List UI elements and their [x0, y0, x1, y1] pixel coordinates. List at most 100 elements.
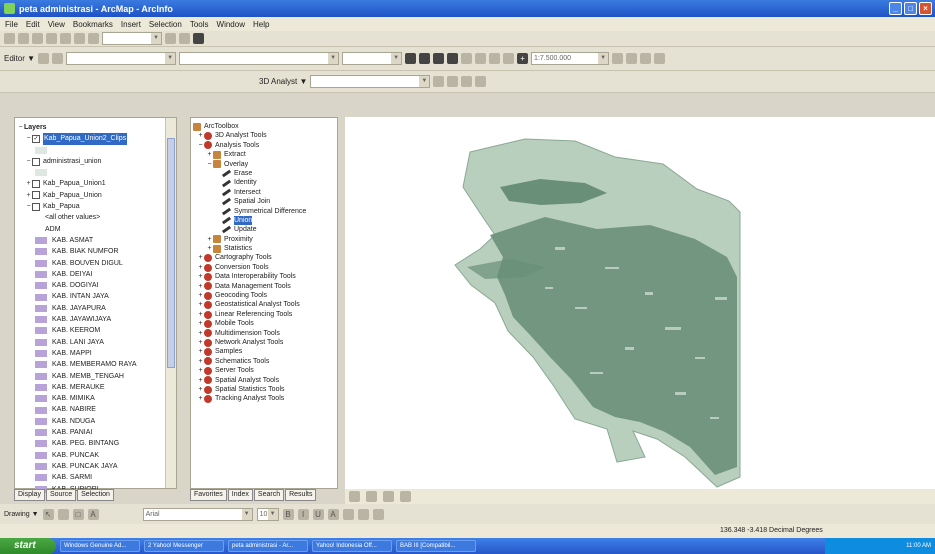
tab-search[interactable]: Search	[253, 489, 285, 501]
toolbox-item[interactable]: Identity	[193, 178, 335, 187]
delete-icon[interactable]	[489, 53, 501, 64]
expand-icon[interactable]: +	[197, 291, 204, 300]
toolbox-root[interactable]: ArcToolbox	[193, 122, 335, 131]
toolbox-item[interactable]: + Extract	[193, 150, 335, 159]
redo-icon[interactable]	[179, 33, 190, 44]
map-view[interactable]	[345, 117, 935, 489]
menu-edit[interactable]: Edit	[26, 20, 40, 29]
taskbar-task[interactable]: Yahoo! Indonesia Off...	[312, 540, 392, 552]
tab-results[interactable]: Results	[285, 489, 317, 501]
tab-selection[interactable]: Selection	[77, 489, 114, 501]
select-elements-icon[interactable]: ↖	[42, 508, 54, 520]
3d-analyst-menu[interactable]: 3D Analyst ▼	[259, 77, 307, 86]
layer-combo[interactable]: ▼	[342, 52, 403, 65]
expand-icon[interactable]: −	[206, 160, 213, 169]
toolbox-item[interactable]: Union	[193, 215, 335, 226]
data-view-icon[interactable]	[349, 491, 360, 502]
scale-combo[interactable]: 1:7.500.000 ▼	[531, 52, 610, 65]
font-combo[interactable]: Arial ▼	[142, 507, 253, 521]
toc-root-layers[interactable]: − Layers	[17, 122, 164, 133]
toc-scrollbar[interactable]	[165, 118, 176, 488]
new-document-icon[interactable]	[405, 53, 417, 64]
tab-source[interactable]: Source	[45, 489, 77, 501]
taskbar-task[interactable]: Windows Genuine Ad...	[60, 540, 140, 552]
target-combo[interactable]: ▼	[179, 52, 340, 65]
toolbox-item[interactable]: Symmetrical Difference	[193, 207, 335, 216]
toolbox-item[interactable]: + Multidimension Tools	[193, 329, 335, 338]
toolbox-item[interactable]: Erase	[193, 169, 335, 178]
paste-icon[interactable]	[88, 33, 99, 44]
command-line-icon[interactable]	[640, 53, 652, 64]
expand-icon[interactable]: +	[197, 253, 204, 262]
expand-icon[interactable]: −	[25, 201, 32, 212]
open-icon[interactable]	[18, 33, 29, 44]
toolbox-item[interactable]: Update	[193, 225, 335, 234]
new-map-icon[interactable]	[4, 33, 15, 44]
undo-tool-icon[interactable]	[503, 53, 515, 64]
copy-icon[interactable]	[74, 33, 85, 44]
expand-icon[interactable]: −	[25, 156, 32, 167]
menu-help[interactable]: Help	[253, 20, 269, 29]
rectangle-icon[interactable]: □	[72, 508, 84, 520]
rotate-icon[interactable]	[57, 508, 69, 520]
toolbox-item[interactable]: + Cartography Tools	[193, 253, 335, 263]
toolbox-item[interactable]: − Overlay	[193, 160, 335, 169]
3d-tool-4-icon[interactable]	[475, 76, 487, 87]
refresh-icon[interactable]	[383, 491, 394, 502]
expand-icon[interactable]: +	[197, 131, 204, 140]
toolbox-item[interactable]: + Proximity	[193, 235, 335, 244]
toolbox-item[interactable]: + Data Interoperability Tools	[193, 272, 335, 281]
toolbox-item[interactable]: − Analysis Tools	[193, 141, 335, 150]
toolbox-item[interactable]: + Schematics Tools	[193, 357, 335, 366]
save-document-icon[interactable]	[433, 53, 445, 64]
toolbox-item[interactable]: + Statistics	[193, 244, 335, 253]
layer-checkbox[interactable]: ✓	[32, 134, 40, 143]
expand-icon[interactable]: +	[197, 319, 204, 328]
expand-icon[interactable]: +	[197, 282, 204, 291]
3d-tool-2-icon[interactable]	[447, 76, 459, 87]
toolbox-item[interactable]: + Linear Referencing Tools	[193, 310, 335, 319]
toolbox-item[interactable]: Spatial Join	[193, 197, 335, 206]
menu-window[interactable]: Window	[217, 20, 245, 29]
bold-icon[interactable]: B	[282, 508, 294, 520]
expand-icon[interactable]: −	[197, 141, 204, 150]
toolbox-item[interactable]: + Network Analyst Tools	[193, 338, 335, 347]
menu-insert[interactable]: Insert	[121, 20, 141, 29]
layer-checkbox[interactable]	[32, 157, 40, 166]
toc-layer[interactable]: − ✓ Kab_Papua_Union2_Clips	[17, 133, 164, 145]
expand-icon[interactable]: +	[206, 150, 213, 159]
underline-icon[interactable]: U	[312, 508, 324, 520]
menu-selection[interactable]: Selection	[149, 20, 182, 29]
font-color-icon[interactable]: A	[327, 508, 339, 520]
layer-checkbox[interactable]	[32, 191, 40, 200]
layer-checkbox[interactable]	[32, 202, 40, 211]
expand-icon[interactable]: +	[197, 366, 204, 375]
sketch-tool-icon[interactable]	[38, 53, 50, 64]
copy-tool-icon[interactable]	[475, 53, 487, 64]
expand-icon[interactable]: +	[197, 272, 204, 281]
fill-color-icon[interactable]	[342, 508, 354, 520]
start-button[interactable]: start	[0, 538, 56, 554]
layout-view-icon[interactable]	[366, 491, 377, 502]
model-builder-icon[interactable]	[654, 53, 666, 64]
menu-file[interactable]: File	[5, 20, 18, 29]
print-document-icon[interactable]	[447, 53, 459, 64]
expand-icon[interactable]: +	[197, 310, 204, 319]
toolbox-item[interactable]: + Mobile Tools	[193, 319, 335, 328]
toc-layer[interactable]: + Kab_Papua_Union	[17, 190, 164, 201]
expand-icon[interactable]: +	[25, 178, 32, 189]
expand-icon[interactable]: +	[197, 263, 204, 272]
3d-tool-1-icon[interactable]	[433, 76, 445, 87]
expand-icon[interactable]: +	[197, 376, 204, 385]
tab-favorites[interactable]: Favorites	[190, 489, 227, 501]
expand-icon[interactable]: +	[206, 235, 213, 244]
marker-color-icon[interactable]	[372, 508, 384, 520]
expand-icon[interactable]: +	[197, 347, 204, 356]
collapse-icon[interactable]: −	[17, 122, 24, 133]
toolbox-item[interactable]: + Geostatistical Analyst Tools	[193, 300, 335, 310]
maximize-icon[interactable]: □	[904, 2, 917, 15]
editor-tool-icon[interactable]	[612, 53, 624, 64]
expand-icon[interactable]: +	[197, 357, 204, 366]
expand-icon[interactable]: +	[25, 190, 32, 201]
expand-icon[interactable]: +	[197, 385, 204, 394]
